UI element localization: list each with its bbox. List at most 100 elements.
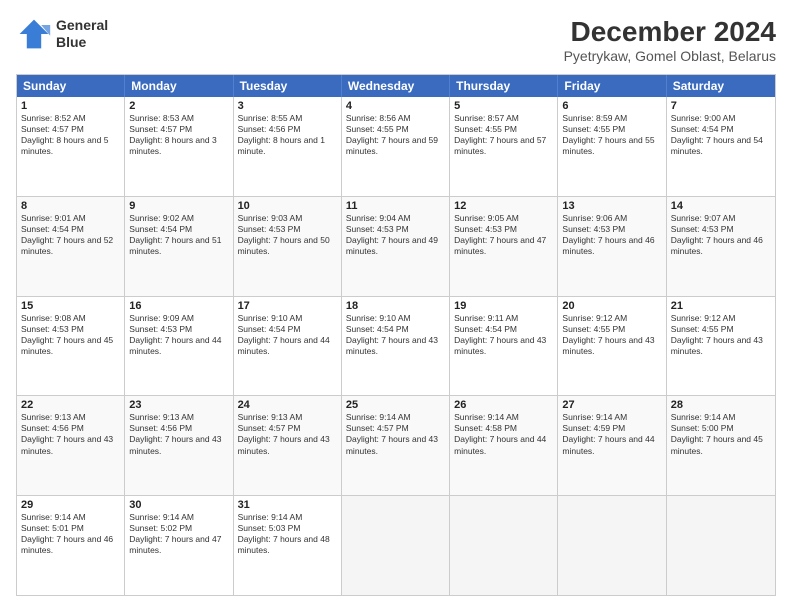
day-number: 27 [562, 399, 661, 411]
calendar-cell: 6Sunrise: 8:59 AM Sunset: 4:55 PM Daylig… [558, 97, 666, 196]
day-number: 21 [671, 300, 771, 312]
day-number: 16 [129, 300, 228, 312]
calendar-week: 15Sunrise: 9:08 AM Sunset: 4:53 PM Dayli… [17, 297, 775, 397]
day-number: 31 [238, 499, 337, 511]
cell-details: Sunrise: 9:10 AM Sunset: 4:54 PM Dayligh… [238, 313, 337, 357]
calendar-cell: 22Sunrise: 9:13 AM Sunset: 4:56 PM Dayli… [17, 396, 125, 495]
cell-details: Sunrise: 9:12 AM Sunset: 4:55 PM Dayligh… [562, 313, 661, 357]
calendar-cell: 4Sunrise: 8:56 AM Sunset: 4:55 PM Daylig… [342, 97, 450, 196]
calendar-cell: 24Sunrise: 9:13 AM Sunset: 4:57 PM Dayli… [234, 396, 342, 495]
day-number: 9 [129, 200, 228, 212]
cell-details: Sunrise: 9:08 AM Sunset: 4:53 PM Dayligh… [21, 313, 120, 357]
calendar: SundayMondayTuesdayWednesdayThursdayFrid… [16, 74, 776, 596]
cell-details: Sunrise: 9:14 AM Sunset: 5:01 PM Dayligh… [21, 512, 120, 556]
day-number: 8 [21, 200, 120, 212]
calendar-cell: 16Sunrise: 9:09 AM Sunset: 4:53 PM Dayli… [125, 297, 233, 396]
logo: General Blue [16, 16, 108, 52]
calendar-cell [450, 496, 558, 595]
calendar-cell: 14Sunrise: 9:07 AM Sunset: 4:53 PM Dayli… [667, 197, 775, 296]
calendar-cell: 15Sunrise: 9:08 AM Sunset: 4:53 PM Dayli… [17, 297, 125, 396]
calendar-header-day: Friday [558, 75, 666, 97]
calendar-cell: 18Sunrise: 9:10 AM Sunset: 4:54 PM Dayli… [342, 297, 450, 396]
day-number: 15 [21, 300, 120, 312]
calendar-cell: 2Sunrise: 8:53 AM Sunset: 4:57 PM Daylig… [125, 97, 233, 196]
day-number: 18 [346, 300, 445, 312]
calendar-header-day: Monday [125, 75, 233, 97]
calendar-cell: 8Sunrise: 9:01 AM Sunset: 4:54 PM Daylig… [17, 197, 125, 296]
calendar-body: 1Sunrise: 8:52 AM Sunset: 4:57 PM Daylig… [17, 97, 775, 595]
calendar-cell: 10Sunrise: 9:03 AM Sunset: 4:53 PM Dayli… [234, 197, 342, 296]
calendar-cell [558, 496, 666, 595]
day-number: 6 [562, 100, 661, 112]
main-title: December 2024 [564, 16, 776, 48]
subtitle: Pyetrykaw, Gomel Oblast, Belarus [564, 48, 776, 64]
cell-details: Sunrise: 9:13 AM Sunset: 4:56 PM Dayligh… [21, 412, 120, 456]
day-number: 22 [21, 399, 120, 411]
day-number: 2 [129, 100, 228, 112]
cell-details: Sunrise: 9:14 AM Sunset: 5:02 PM Dayligh… [129, 512, 228, 556]
calendar-cell: 29Sunrise: 9:14 AM Sunset: 5:01 PM Dayli… [17, 496, 125, 595]
logo-icon [16, 16, 52, 52]
calendar-cell: 1Sunrise: 8:52 AM Sunset: 4:57 PM Daylig… [17, 97, 125, 196]
day-number: 13 [562, 200, 661, 212]
calendar-week: 1Sunrise: 8:52 AM Sunset: 4:57 PM Daylig… [17, 97, 775, 197]
day-number: 28 [671, 399, 771, 411]
calendar-cell: 19Sunrise: 9:11 AM Sunset: 4:54 PM Dayli… [450, 297, 558, 396]
calendar-week: 29Sunrise: 9:14 AM Sunset: 5:01 PM Dayli… [17, 496, 775, 595]
calendar-cell: 7Sunrise: 9:00 AM Sunset: 4:54 PM Daylig… [667, 97, 775, 196]
calendar-cell: 3Sunrise: 8:55 AM Sunset: 4:56 PM Daylig… [234, 97, 342, 196]
day-number: 30 [129, 499, 228, 511]
day-number: 7 [671, 100, 771, 112]
calendar-cell: 31Sunrise: 9:14 AM Sunset: 5:03 PM Dayli… [234, 496, 342, 595]
cell-details: Sunrise: 8:57 AM Sunset: 4:55 PM Dayligh… [454, 113, 553, 157]
calendar-header-day: Sunday [17, 75, 125, 97]
day-number: 24 [238, 399, 337, 411]
day-number: 12 [454, 200, 553, 212]
cell-details: Sunrise: 9:10 AM Sunset: 4:54 PM Dayligh… [346, 313, 445, 357]
calendar-cell [342, 496, 450, 595]
cell-details: Sunrise: 9:14 AM Sunset: 5:03 PM Dayligh… [238, 512, 337, 556]
cell-details: Sunrise: 9:13 AM Sunset: 4:56 PM Dayligh… [129, 412, 228, 456]
calendar-cell: 25Sunrise: 9:14 AM Sunset: 4:57 PM Dayli… [342, 396, 450, 495]
day-number: 14 [671, 200, 771, 212]
calendar-header-day: Tuesday [234, 75, 342, 97]
calendar-cell: 30Sunrise: 9:14 AM Sunset: 5:02 PM Dayli… [125, 496, 233, 595]
day-number: 19 [454, 300, 553, 312]
day-number: 17 [238, 300, 337, 312]
cell-details: Sunrise: 8:52 AM Sunset: 4:57 PM Dayligh… [21, 113, 120, 157]
cell-details: Sunrise: 9:12 AM Sunset: 4:55 PM Dayligh… [671, 313, 771, 357]
calendar-cell: 26Sunrise: 9:14 AM Sunset: 4:58 PM Dayli… [450, 396, 558, 495]
calendar-week: 22Sunrise: 9:13 AM Sunset: 4:56 PM Dayli… [17, 396, 775, 496]
day-number: 1 [21, 100, 120, 112]
cell-details: Sunrise: 9:11 AM Sunset: 4:54 PM Dayligh… [454, 313, 553, 357]
day-number: 3 [238, 100, 337, 112]
day-number: 4 [346, 100, 445, 112]
cell-details: Sunrise: 9:03 AM Sunset: 4:53 PM Dayligh… [238, 213, 337, 257]
day-number: 23 [129, 399, 228, 411]
calendar-cell: 5Sunrise: 8:57 AM Sunset: 4:55 PM Daylig… [450, 97, 558, 196]
calendar-cell: 28Sunrise: 9:14 AM Sunset: 5:00 PM Dayli… [667, 396, 775, 495]
cell-details: Sunrise: 9:06 AM Sunset: 4:53 PM Dayligh… [562, 213, 661, 257]
calendar-week: 8Sunrise: 9:01 AM Sunset: 4:54 PM Daylig… [17, 197, 775, 297]
day-number: 25 [346, 399, 445, 411]
cell-details: Sunrise: 8:59 AM Sunset: 4:55 PM Dayligh… [562, 113, 661, 157]
cell-details: Sunrise: 9:04 AM Sunset: 4:53 PM Dayligh… [346, 213, 445, 257]
logo-text: General Blue [56, 17, 108, 51]
calendar-cell: 17Sunrise: 9:10 AM Sunset: 4:54 PM Dayli… [234, 297, 342, 396]
header: General Blue December 2024 Pyetrykaw, Go… [16, 16, 776, 64]
day-number: 10 [238, 200, 337, 212]
cell-details: Sunrise: 9:14 AM Sunset: 4:57 PM Dayligh… [346, 412, 445, 456]
day-number: 20 [562, 300, 661, 312]
cell-details: Sunrise: 9:02 AM Sunset: 4:54 PM Dayligh… [129, 213, 228, 257]
cell-details: Sunrise: 8:53 AM Sunset: 4:57 PM Dayligh… [129, 113, 228, 157]
calendar-cell: 13Sunrise: 9:06 AM Sunset: 4:53 PM Dayli… [558, 197, 666, 296]
calendar-header-day: Wednesday [342, 75, 450, 97]
calendar-cell: 21Sunrise: 9:12 AM Sunset: 4:55 PM Dayli… [667, 297, 775, 396]
calendar-cell: 27Sunrise: 9:14 AM Sunset: 4:59 PM Dayli… [558, 396, 666, 495]
cell-details: Sunrise: 9:07 AM Sunset: 4:53 PM Dayligh… [671, 213, 771, 257]
calendar-cell: 23Sunrise: 9:13 AM Sunset: 4:56 PM Dayli… [125, 396, 233, 495]
cell-details: Sunrise: 9:05 AM Sunset: 4:53 PM Dayligh… [454, 213, 553, 257]
calendar-cell [667, 496, 775, 595]
day-number: 26 [454, 399, 553, 411]
cell-details: Sunrise: 9:13 AM Sunset: 4:57 PM Dayligh… [238, 412, 337, 456]
